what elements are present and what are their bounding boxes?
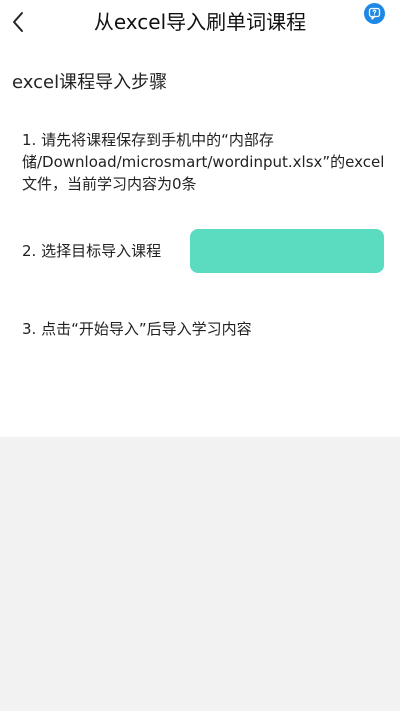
header-bar: 从excel导入刷单词课程 [0,0,400,44]
course-select-button[interactable] [190,229,384,273]
help-button[interactable] [364,3,385,24]
content-panel: 从excel导入刷单词课程 excel课程导入步骤 1. 请先将课程保存到手机中… [0,0,400,437]
step-2-text: 2. 选择目标导入课程 [22,242,162,260]
step-3-text: 3. 点击“开始导入”后导入学习内容 [22,320,252,338]
screen: 从excel导入刷单词课程 excel课程导入步骤 1. 请先将课程保存到手机中… [0,0,400,711]
page-title: 从excel导入刷单词课程 [93,10,307,34]
help-chat-icon [368,7,381,20]
chevron-left-icon [13,12,23,32]
section-title: excel课程导入步骤 [12,72,168,93]
step-1-text: 1. 请先将课程保存到手机中的“内部存储/Download/microsmart… [22,131,385,193]
back-button[interactable] [6,6,30,38]
